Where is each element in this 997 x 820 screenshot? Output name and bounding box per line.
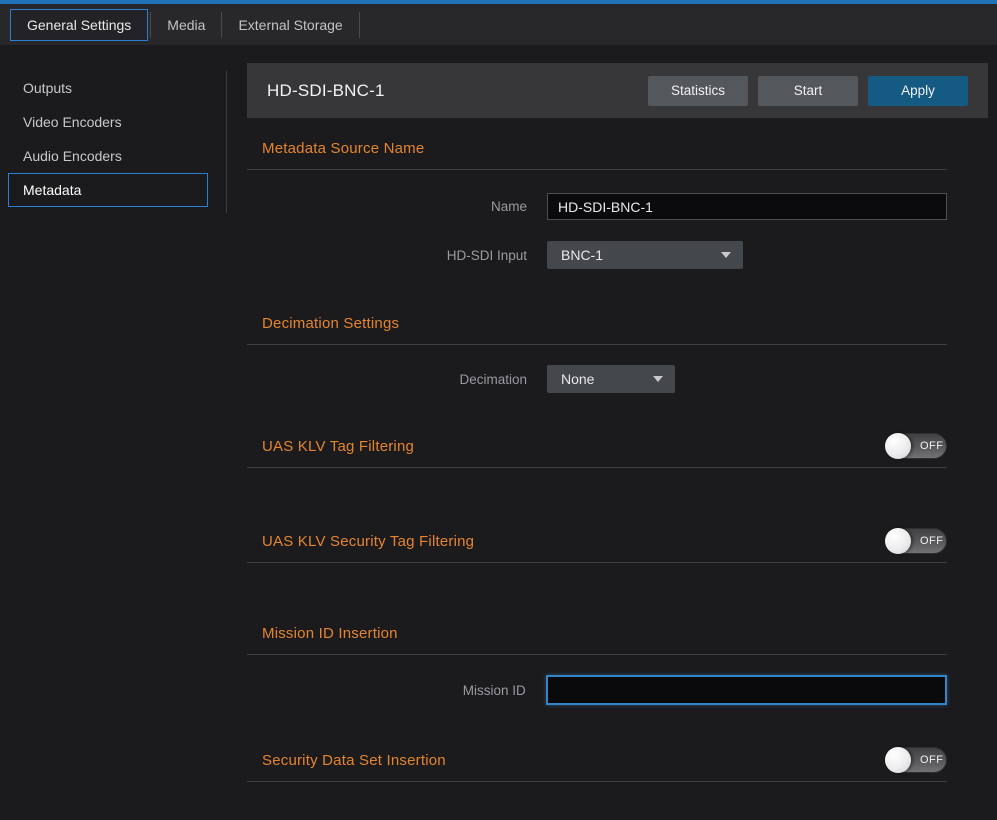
page-layout: Outputs Video Encoders Audio Encoders Me…: [0, 45, 997, 820]
section-metadata-source-name: Metadata Source Name: [247, 140, 947, 170]
name-row: Name: [247, 193, 947, 220]
section-security-data-set-insertion: Security Data Set Insertion OFF: [247, 747, 947, 782]
decimation-row: Decimation None: [247, 365, 947, 393]
settings-content: Metadata Source Name Name HD-SDI Input B…: [247, 140, 947, 782]
hdsdi-input-dropdown[interactable]: BNC-1: [547, 241, 743, 269]
section-title: Security Data Set Insertion: [262, 752, 446, 769]
decimation-label: Decimation: [247, 372, 527, 387]
header-actions: Statistics Start Apply: [648, 76, 968, 106]
mission-id-label: Mission ID: [247, 683, 526, 698]
statistics-button[interactable]: Statistics: [648, 76, 748, 106]
tab-bar: General Settings Media External Storage: [0, 4, 997, 45]
uas-klv-tag-filtering-toggle[interactable]: OFF: [885, 433, 947, 459]
section-title: UAS KLV Security Tag Filtering: [262, 533, 474, 550]
section-decimation-settings: Decimation Settings: [247, 315, 947, 345]
sidebar-nav: Outputs Video Encoders Audio Encoders Me…: [0, 71, 227, 213]
name-label: Name: [247, 199, 527, 214]
sidebar: Outputs Video Encoders Audio Encoders Me…: [0, 45, 247, 820]
section-title: Mission ID Insertion: [262, 625, 398, 642]
toggle-state-label: OFF: [920, 535, 944, 547]
section-mission-id-insertion: Mission ID Insertion: [247, 625, 947, 655]
mission-id-row: Mission ID: [247, 675, 947, 705]
hdsdi-input-label: HD-SDI Input: [247, 248, 527, 263]
tab-general-settings[interactable]: General Settings: [10, 9, 148, 41]
sidebar-item-metadata[interactable]: Metadata: [8, 173, 208, 207]
toggle-knob-icon: [885, 747, 911, 773]
section-uas-klv-security-tag-filtering: UAS KLV Security Tag Filtering OFF: [247, 528, 947, 563]
panel-header: HD-SDI-BNC-1 Statistics Start Apply: [247, 63, 988, 118]
section-uas-klv-tag-filtering: UAS KLV Tag Filtering OFF: [247, 433, 947, 468]
sidebar-item-outputs[interactable]: Outputs: [8, 71, 208, 105]
section-title: Metadata Source Name: [262, 140, 424, 157]
section-title: UAS KLV Tag Filtering: [262, 438, 414, 455]
start-button[interactable]: Start: [758, 76, 858, 106]
main-panel: HD-SDI-BNC-1 Statistics Start Apply Meta…: [247, 45, 997, 820]
toggle-state-label: OFF: [920, 754, 944, 766]
page-title: HD-SDI-BNC-1: [267, 81, 385, 101]
dropdown-value: None: [561, 371, 594, 387]
security-data-set-insertion-toggle[interactable]: OFF: [885, 747, 947, 773]
apply-button[interactable]: Apply: [868, 76, 968, 106]
uas-klv-security-tag-filtering-toggle[interactable]: OFF: [885, 528, 947, 554]
toggle-knob-icon: [885, 528, 911, 554]
mission-id-input[interactable]: [546, 675, 947, 705]
chevron-down-icon: [721, 252, 731, 258]
dropdown-value: BNC-1: [561, 247, 603, 263]
tab-separator: [359, 12, 360, 38]
section-title: Decimation Settings: [262, 315, 399, 332]
toggle-state-label: OFF: [920, 440, 944, 452]
toggle-knob-icon: [885, 433, 911, 459]
sidebar-item-video-encoders[interactable]: Video Encoders: [8, 105, 208, 139]
name-input[interactable]: [547, 193, 947, 220]
sidebar-item-audio-encoders[interactable]: Audio Encoders: [8, 139, 208, 173]
tab-separator: [221, 12, 222, 38]
hdsdi-input-row: HD-SDI Input BNC-1: [247, 241, 947, 269]
tab-media[interactable]: Media: [153, 9, 219, 41]
tab-separator: [150, 12, 151, 38]
chevron-down-icon: [653, 376, 663, 382]
decimation-dropdown[interactable]: None: [547, 365, 675, 393]
tab-external-storage[interactable]: External Storage: [224, 9, 356, 41]
